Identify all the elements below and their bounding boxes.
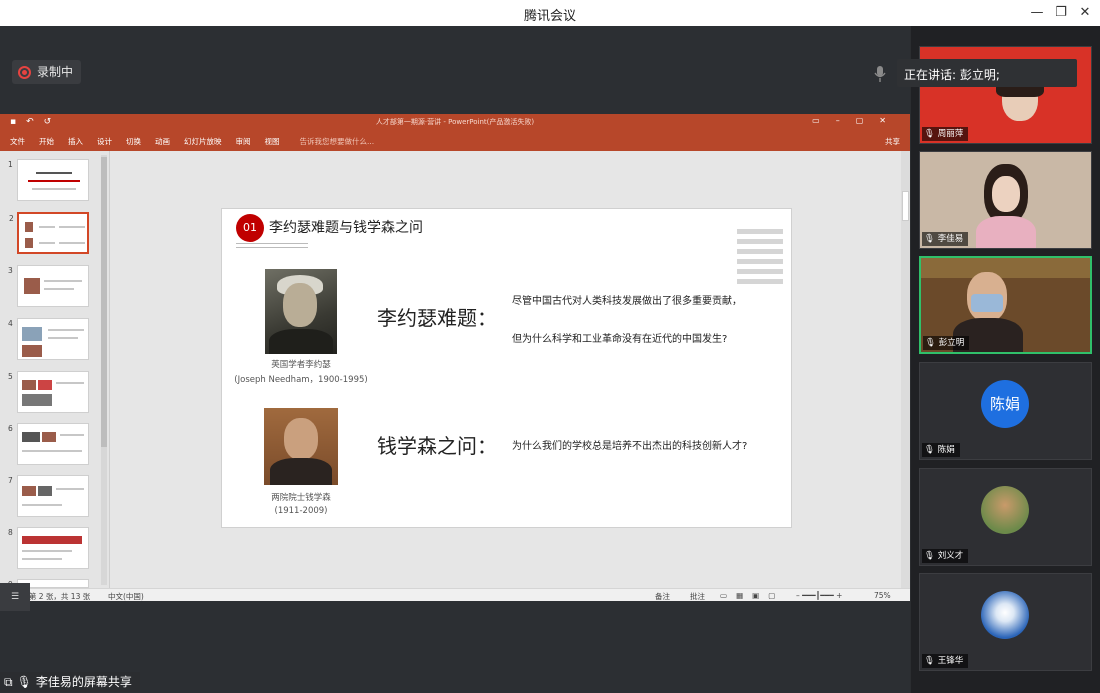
- mic-icon: 🎙: [16, 675, 32, 689]
- microphone-icon[interactable]: [874, 66, 886, 82]
- zoom-level[interactable]: 75%: [874, 591, 891, 600]
- speaking-indicator: 正在讲话: 彭立明;: [897, 59, 1077, 87]
- participant-label: 🎙 李佳易: [922, 232, 969, 246]
- participant-name: 刘义才: [937, 551, 964, 561]
- slide-thumbnails-pane: 1 2 3 4 5 6 7 8: [0, 151, 110, 589]
- powerpoint-window: ▪↶↺ 人才部第一期源·营讲 - PowerPoint(产品激活失败) ▭–▢✕…: [0, 114, 910, 601]
- avatar: [981, 486, 1029, 534]
- minimize-button[interactable]: —: [1027, 3, 1047, 23]
- mic-muted-icon: 🎙: [924, 551, 935, 561]
- ribbon-tab-home[interactable]: 开始: [39, 136, 54, 147]
- participant-tile[interactable]: 🎙 李佳易: [919, 151, 1092, 249]
- qian-desc: 为什么我们的学校总是培养不出杰出的科技创新人才?: [512, 441, 748, 452]
- ribbon-tab-review[interactable]: 审阅: [236, 136, 251, 147]
- screen-share-label: ⧉ 🎙 李佳易的屏幕共享: [0, 672, 140, 692]
- slide-thumbnail[interactable]: 1: [8, 159, 89, 201]
- qian-caption-1: 两院院士钱学森: [271, 493, 331, 503]
- ribbon-tab-animations[interactable]: 动画: [155, 136, 170, 147]
- slide-thumbnail[interactable]: 5: [8, 371, 89, 413]
- ribbon-tab-insert[interactable]: 插入: [68, 136, 83, 147]
- slide: 01 李约瑟难题与钱学森之问 英国学者李约瑟 (Joseph Needham，1…: [221, 208, 792, 528]
- record-icon: [18, 65, 31, 79]
- ribbon-tab-transitions[interactable]: 切换: [126, 136, 141, 147]
- section-number-badge: 01: [236, 214, 264, 242]
- ppt-ribbon: 文件 开始 插入 设计 切换 动画 幻灯片放映 审阅 视图 告诉我您想要做什么.…: [0, 131, 910, 151]
- slide-thumbnail-active[interactable]: 2: [9, 212, 89, 254]
- mic-icon: 🎙: [924, 129, 935, 139]
- screen-share-area: 录制中 ▪↶↺ 人才部第一期源·营讲 - PowerPoint(产品激活失败) …: [0, 26, 910, 693]
- slide-scrollbar[interactable]: [901, 151, 910, 588]
- slide-heading: 李约瑟难题与钱学森之问: [269, 220, 423, 236]
- participant-name: 彭立明: [938, 338, 965, 348]
- needham-caption-2: (Joseph Needham，1900-1995): [234, 375, 368, 385]
- screen-share-icon: ⧉: [4, 675, 13, 689]
- participant-label: 🎙 彭立明: [923, 336, 970, 350]
- ribbon-tab-design[interactable]: 设计: [97, 136, 112, 147]
- slide-thumbnail[interactable]: 7: [8, 475, 89, 517]
- participant-name: 李佳易: [937, 234, 964, 244]
- participant-tile[interactable]: 陈娟 🎙 陈娟: [919, 362, 1092, 460]
- recording-label: 录制中: [37, 65, 74, 79]
- ppt-status-bar: 幻灯片 第 2 张，共 13 张 中文(中国) 备注 批注 ▭▦▣▢ – ━━━…: [0, 588, 910, 601]
- notes-button[interactable]: 备注: [655, 591, 670, 601]
- participant-name: 王锋华: [937, 656, 964, 666]
- ppt-title-bar: ▪↶↺ 人才部第一期源·营讲 - PowerPoint(产品激活失败) ▭–▢✕: [0, 114, 910, 131]
- mic-muted-icon: 🎙: [924, 445, 935, 455]
- participant-tile[interactable]: 🎙 王锋华: [919, 573, 1092, 671]
- slide-thumbnail[interactable]: 4: [8, 318, 89, 360]
- presenter-name: 李佳易的屏幕共享: [35, 675, 132, 689]
- mic-icon: 🎙: [925, 338, 936, 348]
- divider: [236, 243, 308, 244]
- mic-muted-icon: 🎙: [924, 656, 935, 666]
- language-indicator: 中文(中国): [108, 592, 144, 601]
- ppt-window-controls[interactable]: ▭–▢✕: [812, 116, 902, 125]
- title-bar: 腾讯会议 — ❐ ✕: [0, 0, 1100, 26]
- participant-name: 陈娟: [937, 445, 955, 455]
- qian-caption-2: (1911-2009): [274, 506, 328, 516]
- ppt-share-button[interactable]: 共享: [885, 136, 900, 147]
- participants-panel: 🎙 周丽萍 🎙 李佳易 🎙 彭立明 陈娟 �: [911, 26, 1100, 693]
- thumbnails-scrollbar[interactable]: [101, 155, 107, 585]
- tell-me-input[interactable]: 告诉我您想要做什么...: [300, 136, 375, 147]
- recording-indicator[interactable]: 录制中: [12, 60, 82, 84]
- slide-canvas: 01 李约瑟难题与钱学森之问 英国学者李约瑟 (Joseph Needham，1…: [112, 151, 910, 588]
- qian-portrait: [264, 408, 338, 485]
- avatar: [981, 591, 1029, 639]
- ppt-window-title: 人才部第一期源·营讲 - PowerPoint(产品激活失败): [375, 118, 535, 126]
- participant-label: 🎙 王锋华: [922, 654, 969, 668]
- meeting-app: 腾讯会议 — ❐ ✕ 录制中 ▪↶↺ 人才部第一期源·营讲 - PowerPoi…: [0, 0, 1100, 693]
- qian-term: 钱学森之问：: [377, 434, 497, 458]
- participant-name: 周丽萍: [937, 129, 964, 139]
- participant-tile-speaking[interactable]: 🎙 彭立明: [919, 256, 1092, 354]
- ribbon-tab-file[interactable]: 文件: [10, 136, 25, 147]
- restore-button[interactable]: ❐: [1051, 3, 1071, 23]
- slide-thumbnail[interactable]: 6: [8, 423, 89, 465]
- needham-caption-1: 英国学者李约瑟: [271, 360, 331, 370]
- view-buttons[interactable]: ▭▦▣▢: [720, 591, 784, 600]
- needham-term: 李约瑟难题：: [377, 306, 497, 330]
- divider: [236, 247, 308, 248]
- participant-label: 🎙 刘义才: [922, 549, 969, 563]
- zoom-slider[interactable]: – ━━━┃━━━ +: [796, 591, 842, 600]
- avatar: 陈娟: [981, 380, 1029, 428]
- participant-label: 🎙 陈娟: [922, 443, 960, 457]
- needham-desc-2: 但为什么科学和工业革命没有在近代的中国发生?: [512, 334, 728, 345]
- mic-icon: 🎙: [924, 234, 935, 244]
- needham-desc-1: 尽管中国古代对人类科技发展做出了很多重要贡献，: [512, 296, 742, 307]
- floating-toolbar-handle[interactable]: ☰: [0, 583, 30, 611]
- slide-thumbnail[interactable]: 3: [8, 265, 89, 307]
- participant-label: 🎙 周丽萍: [922, 127, 969, 141]
- decorative-stripes: [737, 229, 783, 289]
- close-button[interactable]: ✕: [1075, 3, 1095, 23]
- window-title: 腾讯会议: [523, 9, 576, 24]
- ribbon-tab-slideshow[interactable]: 幻灯片放映: [184, 136, 222, 147]
- slide-thumbnail[interactable]: 8: [8, 527, 89, 569]
- comments-button[interactable]: 批注: [690, 591, 705, 601]
- needham-portrait: [265, 269, 337, 354]
- participant-tile[interactable]: 🎙 刘义才: [919, 468, 1092, 566]
- ribbon-tab-view[interactable]: 视图: [265, 136, 280, 147]
